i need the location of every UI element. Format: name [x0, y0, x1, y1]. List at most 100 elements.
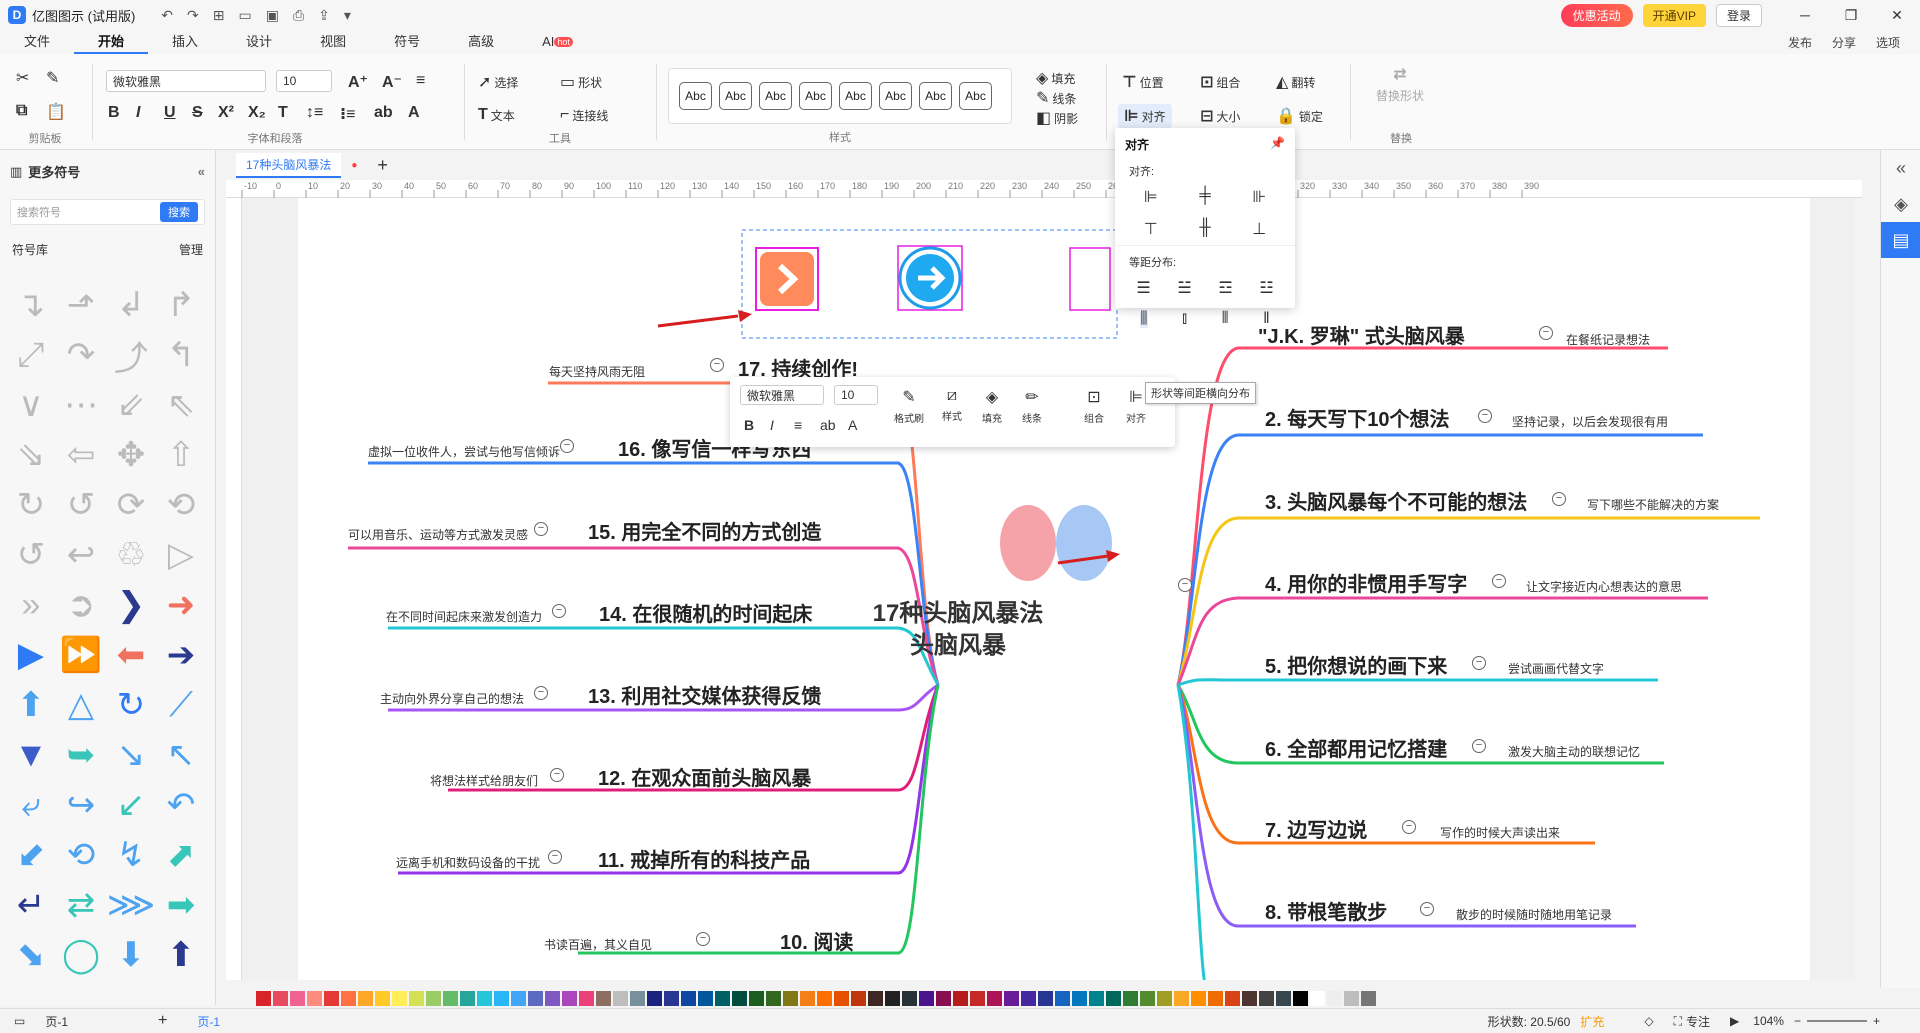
arrow-symbol[interactable]: ⋙ [106, 880, 156, 930]
color-swatch[interactable] [681, 990, 696, 1006]
manage-button[interactable]: 管理 [179, 241, 203, 258]
color-swatch[interactable] [1106, 990, 1121, 1006]
arrow-symbol[interactable]: ⤶ [6, 780, 56, 830]
expand-link[interactable]: 扩充 [1580, 1013, 1604, 1030]
align-left-icon[interactable]: ⊫ [1144, 187, 1158, 207]
mini-line[interactable]: ✏ 线条 [1022, 387, 1042, 425]
zoom-in-icon[interactable]: + [1873, 1014, 1880, 1028]
collapse-icon[interactable]: − [1552, 492, 1566, 506]
arrow-symbol[interactable]: ⬏ [56, 280, 106, 330]
color-swatch[interactable] [1344, 990, 1359, 1006]
color-swatch[interactable] [358, 990, 373, 1006]
branch-title[interactable]: 12. 在观众面前头脑风暴 [598, 762, 811, 791]
color-swatch[interactable] [341, 990, 356, 1006]
flip-button[interactable]: ◭ 翻转 [1276, 72, 1315, 92]
color-swatch[interactable] [443, 990, 458, 1006]
arrow-symbol[interactable]: ⬆ [156, 930, 206, 980]
arrow-symbol[interactable]: ⇦ [56, 430, 106, 480]
font-name-select[interactable]: 微软雅黑 [106, 70, 266, 92]
page-selector[interactable]: 页-1 [45, 1013, 68, 1030]
fill-button[interactable]: ◈ 填充 [1036, 68, 1075, 88]
subscript-icon[interactable]: X₂ [248, 104, 266, 122]
font-size-select[interactable]: 10 [276, 70, 332, 92]
save-icon[interactable]: ▣ [266, 7, 279, 24]
mini-align[interactable]: ⊫ 对齐 [1126, 387, 1146, 425]
branch-subtitle[interactable]: 散步的时候随时随地用笔记录 [1456, 906, 1612, 923]
distribute-v-top-icon[interactable]: ☰ [1136, 278, 1150, 298]
publish-button[interactable]: 发布 [1788, 34, 1812, 51]
promo-button[interactable]: 优惠活动 [1560, 3, 1633, 27]
arrow-symbol[interactable]: ◯ [56, 930, 106, 980]
branch-title[interactable]: 10. 阅读 [780, 926, 853, 955]
minimize-icon[interactable]: ─ [1782, 7, 1828, 23]
copy-icon[interactable]: ⧉ [16, 102, 27, 120]
collapse-icon[interactable]: − [550, 768, 564, 782]
page-icon[interactable]: ▤ [1881, 222, 1920, 258]
color-swatch[interactable] [783, 990, 798, 1006]
color-swatch[interactable] [800, 990, 815, 1006]
case-icon[interactable]: ab [374, 104, 393, 122]
group-button[interactable]: ⊡ 组合 [1200, 72, 1240, 92]
expand-panel-icon[interactable]: « [1881, 150, 1920, 186]
color-swatch[interactable] [1123, 990, 1138, 1006]
collapse-icon[interactable]: − [1402, 820, 1416, 834]
arrow-symbol[interactable]: ⇙ [106, 380, 156, 430]
arrow-symbol[interactable]: △ [56, 680, 106, 730]
color-swatch[interactable] [647, 990, 662, 1006]
color-swatch[interactable] [1361, 990, 1376, 1006]
symbol-search[interactable]: 搜索符号 搜索 [10, 199, 205, 225]
arrow-symbol[interactable]: ⬊ [6, 930, 56, 980]
style-swatch[interactable]: Abc [679, 82, 712, 110]
fill-bucket-icon[interactable]: ◈ [1881, 186, 1920, 222]
branch-subtitle[interactable]: 主动向外界分享自己的想法 [380, 690, 524, 707]
center-topic[interactable]: 17种头脑风暴法 头脑风暴 [838, 598, 1078, 662]
symbol-search-input[interactable]: 搜索符号 [17, 204, 61, 220]
menu-home[interactable]: 开始 [74, 30, 149, 54]
page-tab[interactable]: 页-1 [197, 1013, 220, 1030]
color-swatch[interactable] [426, 990, 441, 1006]
color-swatch[interactable] [1259, 990, 1274, 1006]
branch-title[interactable]: 4. 用你的非惯用手写字 [1265, 568, 1467, 597]
mini-style[interactable]: ⧄ 样式 [942, 387, 962, 423]
collapse-icon[interactable]: − [1472, 739, 1486, 753]
mini-align-icon[interactable]: ≡ [794, 417, 802, 433]
style-swatch[interactable]: Abc [879, 82, 912, 110]
color-swatch[interactable] [392, 990, 407, 1006]
branch-subtitle[interactable]: 每天坚持风雨无阻 [549, 363, 645, 380]
menu-design[interactable]: 设计 [222, 30, 296, 54]
arrow-symbol[interactable]: ↺ [56, 480, 106, 530]
collapse-icon[interactable]: − [1420, 902, 1434, 916]
align-center-icon[interactable]: ╪ [1199, 187, 1210, 207]
arrow-symbol[interactable]: ⇘ [6, 430, 56, 480]
color-swatch[interactable] [1174, 990, 1189, 1006]
grow-font-icon[interactable]: A⁺ [348, 72, 368, 92]
color-swatch[interactable] [1038, 990, 1053, 1006]
share-button[interactable]: 分享 [1832, 34, 1856, 51]
arrow-symbol[interactable]: ⇧ [156, 430, 206, 480]
arrow-symbol[interactable]: ↻ [6, 480, 56, 530]
cut-icon[interactable]: ✂ [16, 68, 29, 88]
page-view-icon[interactable]: ▭ [14, 1014, 25, 1028]
color-swatch[interactable] [613, 990, 628, 1006]
arrow-symbol[interactable]: ▼ [6, 730, 56, 780]
branch-subtitle[interactable]: 书读百遍，其义自见 [544, 936, 652, 953]
style-swatch[interactable]: Abc [719, 82, 752, 110]
arrow-symbol[interactable]: ⤢ [6, 330, 56, 380]
color-swatch[interactable] [953, 990, 968, 1006]
mini-font-select[interactable]: 微软雅黑 [740, 385, 824, 405]
color-swatch[interactable] [630, 990, 645, 1006]
color-swatch[interactable] [1293, 990, 1308, 1006]
collapse-icon[interactable]: − [534, 522, 548, 536]
bold-icon[interactable]: B [108, 104, 120, 122]
arrow-symbol[interactable]: ➜ [156, 580, 206, 630]
connector-button[interactable]: ⌐ 连接线 [560, 106, 608, 124]
arrow-symbol[interactable]: ↘ [106, 730, 156, 780]
mini-case-icon[interactable]: ab [820, 417, 836, 433]
underline-icon[interactable]: U [164, 104, 176, 122]
style-swatch[interactable]: Abc [759, 82, 792, 110]
arrow-symbol[interactable]: ♲ [106, 530, 156, 580]
arrow-symbol[interactable]: ⟲ [156, 480, 206, 530]
branch-title[interactable]: 15. 用完全不同的方式创造 [588, 516, 821, 545]
add-tab-icon[interactable]: + [377, 155, 388, 176]
branch-title[interactable]: 5. 把你想说的画下来 [1265, 650, 1447, 679]
